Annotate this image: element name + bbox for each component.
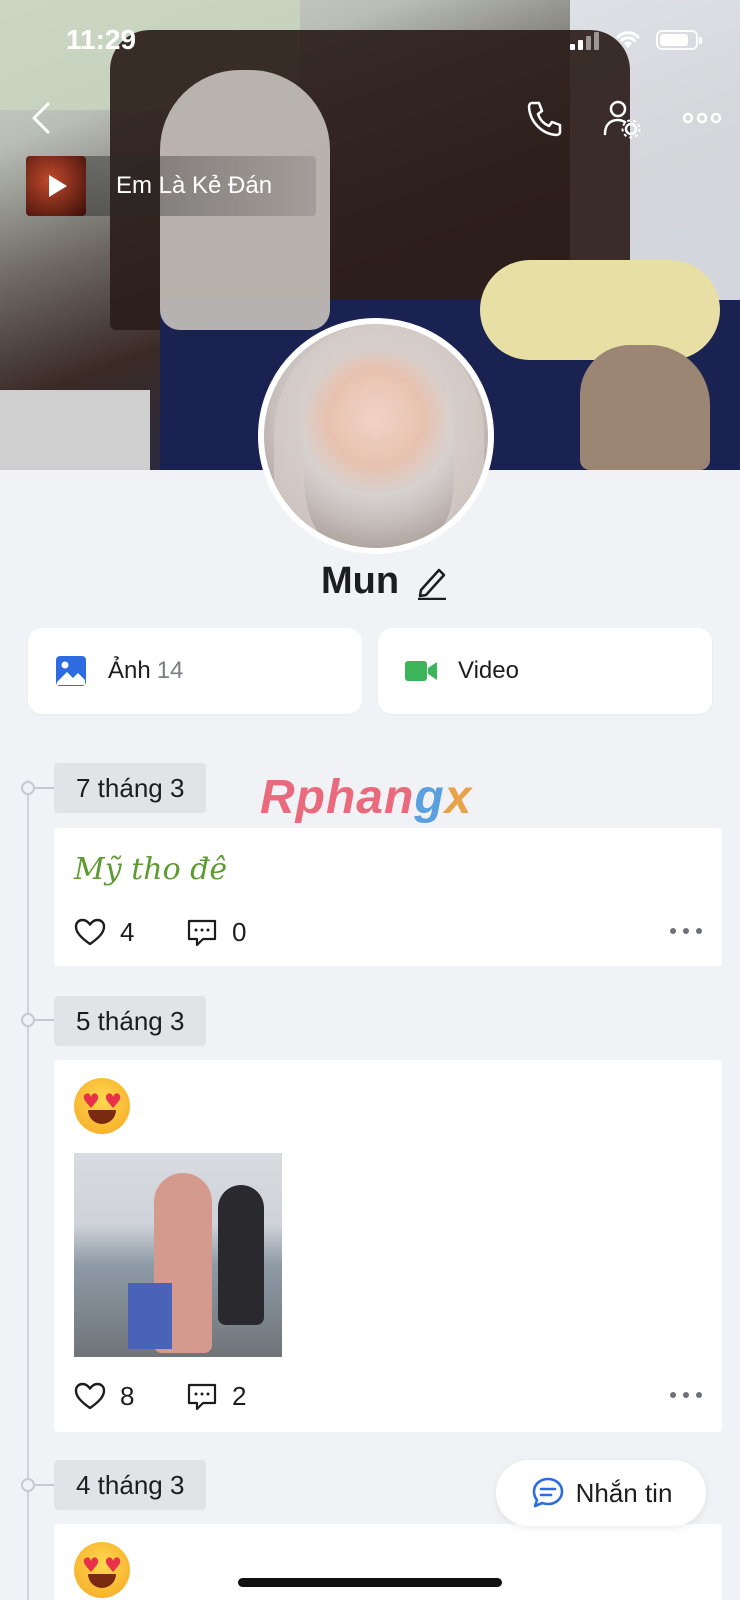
post-actions: 4 0 — [74, 912, 702, 952]
comment-button[interactable]: 2 — [186, 1380, 246, 1412]
battery-icon — [656, 30, 702, 50]
post-actions: 8 2 — [74, 1376, 702, 1416]
music-play-icon[interactable] — [26, 156, 86, 216]
watermark-part3: x — [444, 771, 473, 824]
chat-bubble-icon — [532, 1477, 563, 1508]
timeline-dot — [21, 1478, 57, 1492]
heart-icon — [74, 918, 106, 946]
media-cards: Ảnh 14 Video — [28, 628, 712, 714]
comment-button[interactable]: 0 — [186, 916, 246, 948]
like-count: 8 — [120, 1380, 135, 1411]
watermark-part2: g — [414, 771, 445, 824]
post-card[interactable]: Mỹ tho đê 4 0 — [54, 828, 722, 966]
wifi-icon — [616, 31, 640, 48]
post-more-icon[interactable] — [670, 1392, 702, 1400]
watermark-part1: Rphan — [260, 771, 415, 824]
videos-card[interactable]: Video — [378, 628, 712, 714]
like-button[interactable]: 8 — [74, 1380, 186, 1412]
profile-name: Mun — [320, 560, 400, 602]
heart-eyes-emoji-icon — [74, 1078, 130, 1134]
profile-music[interactable]: Em Là Kẻ Đán — [26, 156, 316, 216]
status-bar: 11:29 — [0, 22, 740, 58]
music-title: Em Là Kẻ Đán — [116, 172, 273, 199]
watermark: Rphangx — [260, 770, 472, 825]
videos-card-label: Video — [458, 657, 519, 684]
date-chip: 5 tháng 3 — [54, 996, 207, 1046]
message-button[interactable]: Nhắn tin — [496, 1460, 706, 1526]
post-text: Mỹ tho đê — [74, 852, 228, 887]
profile-settings-icon[interactable] — [600, 96, 644, 140]
post-card[interactable]: 8 2 — [54, 1060, 722, 1432]
like-count: 4 — [120, 916, 135, 947]
signal-icon — [570, 32, 599, 50]
timeline-dot — [21, 1013, 57, 1027]
cover-pillow — [480, 260, 720, 360]
photos-count: 14 — [156, 657, 184, 684]
message-button-label: Nhắn tin — [575, 1477, 673, 1508]
timeline-line — [27, 780, 29, 1600]
home-indicator[interactable] — [238, 1578, 502, 1587]
post-photo[interactable] — [74, 1153, 282, 1357]
cover-plush — [580, 345, 710, 470]
back-icon[interactable] — [22, 96, 66, 140]
heart-icon — [74, 1382, 106, 1410]
photo-icon — [56, 656, 86, 686]
date-chip: 4 tháng 3 — [54, 1460, 207, 1510]
post-card[interactable] — [54, 1524, 722, 1600]
timeline-dot — [21, 781, 57, 795]
comment-icon — [187, 1383, 217, 1411]
status-time: 11:29 — [66, 24, 137, 55]
date-chip: 7 tháng 3 — [54, 763, 207, 813]
comment-icon — [187, 919, 217, 947]
edit-name-icon[interactable] — [415, 564, 449, 600]
phone-icon[interactable] — [522, 96, 566, 140]
photos-card-label: Ảnh — [108, 657, 151, 684]
cover-shelf — [0, 390, 150, 470]
post-more-icon[interactable] — [670, 928, 702, 936]
comment-count: 2 — [232, 1380, 247, 1411]
video-icon — [405, 661, 437, 681]
avatar[interactable] — [258, 318, 494, 554]
comment-count: 0 — [232, 916, 247, 947]
heart-eyes-emoji-icon — [74, 1542, 130, 1598]
photos-card[interactable]: Ảnh 14 — [28, 628, 362, 714]
like-button[interactable]: 4 — [74, 916, 186, 948]
more-options-icon[interactable] — [680, 96, 724, 140]
profile-name-row: Mun — [0, 560, 740, 603]
